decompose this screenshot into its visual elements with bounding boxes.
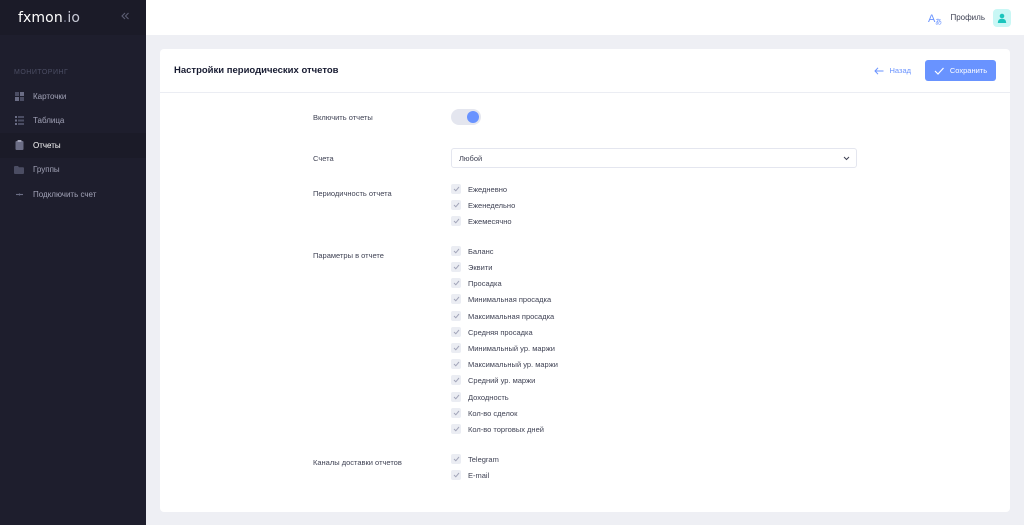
checkbox-check-icon <box>451 392 461 402</box>
toggle-knob <box>467 111 479 123</box>
folder-icon <box>14 165 24 175</box>
checkbox-label: E-mail <box>468 470 490 480</box>
back-label: Назад <box>889 66 912 75</box>
checkbox-label: Доходность <box>468 392 509 402</box>
checkbox-check-icon <box>451 216 461 226</box>
checkbox-drawdown[interactable]: Просадка <box>451 277 502 289</box>
cards-icon <box>14 91 24 101</box>
check-icon <box>934 67 944 75</box>
checkbox-label: Эквити <box>468 262 493 272</box>
checkbox-label: Ежемесячно <box>468 216 512 226</box>
plus-icon <box>14 189 24 199</box>
checkbox-email[interactable]: E-mail <box>451 469 489 481</box>
accounts-label: Счета <box>313 154 334 163</box>
logo[interactable]: fxmon.io <box>18 10 80 26</box>
checkbox-avg-drawdown[interactable]: Средняя просадка <box>451 326 533 338</box>
checkbox-check-icon <box>451 262 461 272</box>
checkbox-label: Кол-во сделок <box>468 408 518 418</box>
checkbox-label: Кол-во торговых дней <box>468 424 544 434</box>
sidebar-item-label: Карточки <box>33 91 67 101</box>
checkbox-monthly[interactable]: Ежемесячно <box>451 215 512 227</box>
checkbox-label: Еженедельно <box>468 200 516 210</box>
checkbox-label: Ежедневно <box>468 184 508 194</box>
checkbox-check-icon <box>451 294 461 304</box>
logo-name: fxmon <box>18 9 63 26</box>
checkbox-telegram[interactable]: Telegram <box>451 453 499 465</box>
checkbox-check-icon <box>451 408 461 418</box>
sidebar-item-table[interactable]: Таблица <box>0 109 146 134</box>
report-settings-card: Настройки периодических отчетов Назад Со… <box>160 49 1010 512</box>
checkbox-label: Telegram <box>468 454 499 464</box>
svg-text:あ: あ <box>935 18 942 25</box>
checkbox-trades-count[interactable]: Кол-во сделок <box>451 407 517 419</box>
sidebar-item-label: Таблица <box>33 116 65 126</box>
checkbox-label: Максимальный ур. маржи <box>468 359 558 369</box>
top-header: Aあ Профиль <box>146 0 1024 35</box>
checkbox-min-margin-level[interactable]: Минимальный ур. маржи <box>451 342 555 354</box>
checkbox-check-icon <box>451 359 461 369</box>
accounts-select[interactable]: Любой <box>451 148 857 168</box>
logo-suffix: io <box>67 9 81 26</box>
checkbox-trading-days[interactable]: Кол-во торговых дней <box>451 423 544 435</box>
sidebar-item-label: Группы <box>33 165 60 175</box>
checkbox-label: Средний ур. маржи <box>468 375 536 385</box>
sidebar-item-reports[interactable]: Отчеты <box>0 133 146 158</box>
checkbox-check-icon <box>451 246 461 256</box>
sidebar-item-connect-account[interactable]: Подключить счет <box>0 182 146 207</box>
checkbox-label: Средняя просадка <box>468 327 533 337</box>
page-title: Настройки периодических отчетов <box>174 65 339 76</box>
arrow-left-icon <box>873 66 883 75</box>
checkbox-equity[interactable]: Эквити <box>451 261 492 273</box>
checkbox-check-icon <box>451 375 461 385</box>
checkbox-balance[interactable]: Баланс <box>451 245 494 257</box>
checkbox-check-icon <box>451 470 461 480</box>
table-icon <box>14 116 24 126</box>
back-button[interactable]: Назад <box>873 66 912 75</box>
checkbox-avg-margin-level[interactable]: Средний ур. маржи <box>451 374 535 386</box>
checkbox-min-drawdown[interactable]: Минимальная просадка <box>451 293 551 305</box>
checkbox-label: Максимальная просадка <box>468 311 555 321</box>
checkbox-check-icon <box>451 454 461 464</box>
accounts-select-value: Любой <box>459 153 483 163</box>
checkbox-check-icon <box>451 327 461 337</box>
sidebar-item-label: Подключить счет <box>33 189 97 199</box>
checkbox-label: Минимальная просадка <box>468 294 552 304</box>
checkbox-daily[interactable]: Ежедневно <box>451 183 507 195</box>
sidebar-section-title: МОНИТОРИНГ <box>14 69 69 76</box>
checkbox-max-drawdown[interactable]: Максимальная просадка <box>451 310 554 322</box>
channels-label: Каналы доставки отчетов <box>313 458 402 467</box>
checkbox-label: Просадка <box>468 278 502 288</box>
sidebar-item-label: Отчеты <box>33 140 61 150</box>
brand-bar: fxmon.io <box>0 0 146 35</box>
report-icon <box>14 140 24 151</box>
sidebar-item-cards[interactable]: Карточки <box>0 84 146 109</box>
sidebar-item-groups[interactable]: Группы <box>0 158 146 183</box>
checkbox-check-icon <box>451 278 461 288</box>
enable-reports-toggle[interactable] <box>451 109 481 125</box>
params-label: Параметры в отчете <box>313 251 384 260</box>
header-actions: Назад Сохранить <box>873 60 996 81</box>
checkbox-label: Минимальный ур. маржи <box>468 343 555 353</box>
chevron-down-icon <box>843 156 850 160</box>
enable-reports-label: Включить отчеты <box>313 113 373 122</box>
checkbox-check-icon <box>451 184 461 194</box>
checkbox-check-icon <box>451 200 461 210</box>
collapse-sidebar-icon[interactable] <box>120 11 130 24</box>
card-header: Настройки периодических отчетов Назад Со… <box>160 49 1010 93</box>
checkbox-check-icon <box>451 343 461 353</box>
save-button[interactable]: Сохранить <box>925 60 996 81</box>
language-icon[interactable]: Aあ <box>928 11 942 26</box>
profile-label[interactable]: Профиль <box>950 13 985 22</box>
checkbox-check-icon <box>451 424 461 434</box>
checkbox-weekly[interactable]: Еженедельно <box>451 199 515 211</box>
sidebar-nav: Карточки Таблица Отчеты Группы Подключит… <box>0 84 146 207</box>
checkbox-label: Баланс <box>468 246 494 256</box>
checkbox-profitability[interactable]: Доходность <box>451 391 509 403</box>
frequency-label: Периодичность отчета <box>313 189 392 198</box>
checkbox-max-margin-level[interactable]: Максимальный ур. маржи <box>451 358 558 370</box>
save-label: Сохранить <box>949 66 988 75</box>
user-avatar-icon[interactable] <box>993 8 1011 27</box>
sidebar: fxmon.io МОНИТОРИНГ Карточки Таблица Отч… <box>0 0 146 525</box>
checkbox-check-icon <box>451 311 461 321</box>
